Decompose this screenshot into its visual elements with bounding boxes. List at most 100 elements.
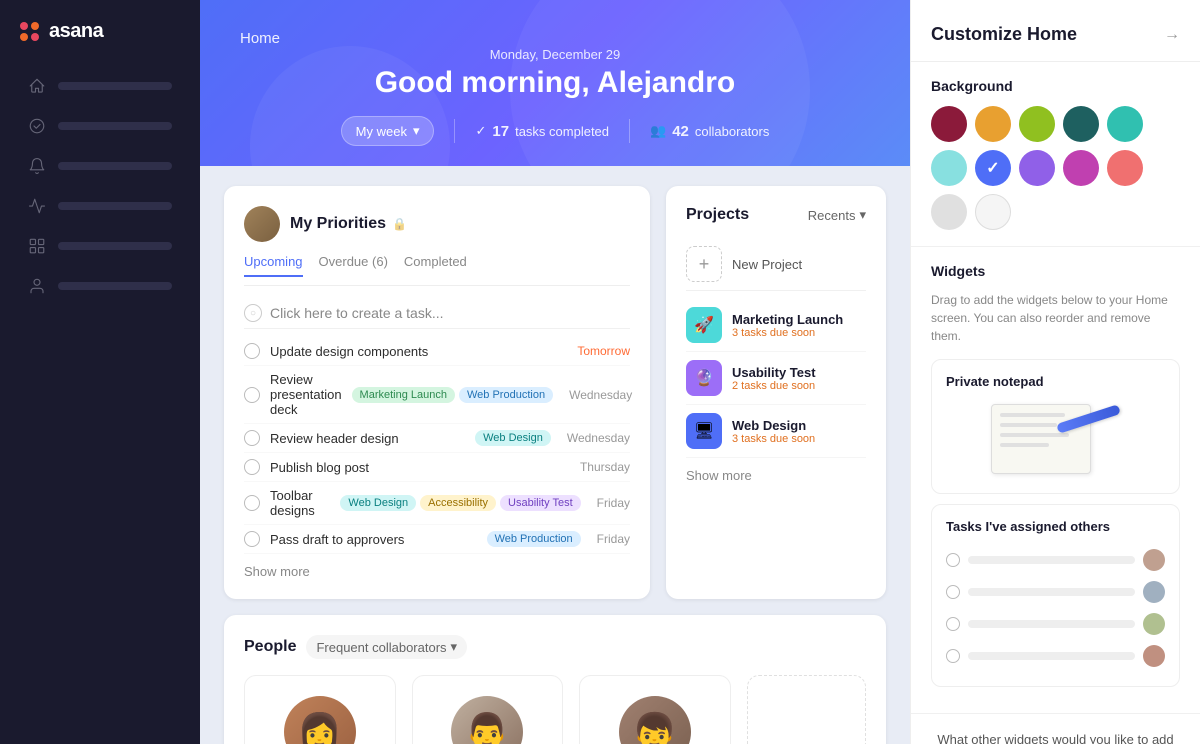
home-icon (28, 77, 46, 95)
sidebar-item-analytics[interactable] (8, 187, 192, 225)
task-date-5: Friday (597, 532, 630, 546)
color-swatch-10[interactable] (931, 194, 967, 230)
color-grid (931, 106, 1180, 230)
tag-marketing-launch: Marketing Launch (352, 387, 455, 403)
show-more-tasks[interactable]: Show more (244, 564, 630, 579)
tag-web-design-4: Web Design (340, 495, 416, 511)
people-header: People Frequent collaborators ▾ (244, 635, 866, 659)
color-swatch-1[interactable] (975, 106, 1011, 142)
sidebar-item-tasks-label (58, 122, 172, 130)
task-date-2: Wednesday (567, 431, 630, 445)
assigned-bar-1 (968, 588, 1135, 596)
project-item-2[interactable]: 🖥 Web Design 3 tasks due soon (686, 405, 866, 458)
task-date-0: Tomorrow (577, 344, 630, 358)
color-swatch-0[interactable] (931, 106, 967, 142)
sidebar-nav (0, 67, 200, 305)
color-swatch-4[interactable] (1107, 106, 1143, 142)
week-filter[interactable]: My week ▾ (341, 116, 435, 146)
task-checkbox-0[interactable] (244, 343, 260, 359)
notepad-title: Private notepad (946, 374, 1165, 389)
tasks-completed-number: 17 (492, 123, 509, 140)
tab-completed[interactable]: Completed (404, 254, 467, 277)
sidebar-item-home[interactable] (8, 67, 192, 105)
sidebar-item-portfolio-label (58, 242, 172, 250)
customize-panel: Customize Home → Background Widgets Drag… (910, 0, 1200, 744)
priorities-title: My Priorities 🔒 (290, 215, 407, 233)
color-swatch-7[interactable] (1019, 150, 1055, 186)
hero-greeting: Good morning, Alejandro (240, 66, 870, 100)
top-cards-row: My Priorities 🔒 Upcoming Overdue (6) Com… (224, 186, 886, 599)
task-name-2: Review header design (270, 431, 465, 446)
task-checkbox-2[interactable] (244, 430, 260, 446)
assigned-tasks-widget: Tasks I've assigned others (931, 504, 1180, 687)
task-row-0: Update design components Tomorrow (244, 337, 630, 366)
widgets-section: Widgets Drag to add the widgets below to… (911, 247, 1200, 714)
assigned-avatar-2 (1143, 613, 1165, 635)
color-swatch-2[interactable] (1019, 106, 1055, 142)
priorities-card: My Priorities 🔒 Upcoming Overdue (6) Com… (224, 186, 650, 599)
project-icon-1: 🔮 (686, 360, 722, 396)
color-swatch-11[interactable] (975, 194, 1011, 230)
people-filter-button[interactable]: Frequent collaborators ▾ (306, 635, 467, 659)
people-title: People (244, 638, 296, 656)
tab-upcoming[interactable]: Upcoming (244, 254, 303, 277)
task-tags-4: Web Design Accessibility Usability Test (340, 495, 580, 511)
sidebar-item-profile[interactable] (8, 267, 192, 305)
collaborators-number: 42 (672, 123, 689, 140)
task-row-2: Review header design Web Design Wednesda… (244, 424, 630, 453)
color-swatch-6[interactable] (975, 150, 1011, 186)
tab-overdue[interactable]: Overdue (6) (319, 254, 388, 277)
person-card-dave: 👦 Dave Jung Assign a task to start colla… (579, 675, 731, 744)
task-name-0: Update design components (270, 344, 561, 359)
background-label: Background (931, 78, 1180, 94)
feedback-text: What other widgets would you like to add… (931, 730, 1180, 744)
show-more-projects[interactable]: Show more (686, 468, 866, 483)
people-filter-label: Frequent collaborators (316, 640, 446, 655)
assigned-avatar-0 (1143, 549, 1165, 571)
task-checkbox-1[interactable] (244, 387, 260, 403)
new-project-label: New Project (732, 257, 802, 272)
project-item-0[interactable]: 🚀 Marketing Launch 3 tasks due soon (686, 299, 866, 352)
panel-close-button[interactable]: → (1164, 26, 1180, 44)
logo-text: asana (49, 20, 103, 43)
recents-button[interactable]: Recents ▾ (808, 207, 866, 223)
color-swatch-9[interactable] (1107, 150, 1143, 186)
chevron-down-icon: ▾ (413, 123, 420, 139)
project-item-1[interactable]: 🔮 Usability Test 2 tasks due soon (686, 352, 866, 405)
sidebar: asana (0, 0, 200, 744)
tag-web-design-2: Web Design (475, 430, 551, 446)
task-tags-2: Web Design (475, 430, 551, 446)
task-name-3: Publish blog post (270, 460, 564, 475)
assigned-task-row-3 (946, 640, 1165, 672)
color-swatch-8[interactable] (1063, 150, 1099, 186)
zoe-avatar: 👩 (284, 696, 356, 744)
new-project-icon: + (686, 246, 722, 282)
task-checkbox-5[interactable] (244, 531, 260, 547)
sidebar-item-home-label (58, 82, 172, 90)
task-date-1: Wednesday (569, 388, 632, 402)
people-card: People Frequent collaborators ▾ 👩 Zoe Wo… (224, 615, 886, 744)
project-name-2: Web Design (732, 418, 866, 433)
sidebar-item-notifications[interactable] (8, 147, 192, 185)
hero-date: Monday, December 29 (240, 47, 870, 62)
color-swatch-5[interactable] (931, 150, 967, 186)
hero-divider (454, 119, 455, 143)
task-checkbox-4[interactable] (244, 495, 260, 511)
assigned-bar-3 (968, 652, 1135, 660)
logo: asana (0, 20, 200, 67)
assigned-task-row-2 (946, 608, 1165, 640)
task-checkbox-3[interactable] (244, 459, 260, 475)
person-card-zoe: 👩 Zoe Wong Collaborating with me on 11 t… (244, 675, 396, 744)
project-sub-2: 3 tasks due soon (732, 433, 866, 445)
new-project-button[interactable]: + New Project (686, 238, 866, 291)
create-task-input[interactable]: ○ Click here to create a task... (244, 298, 630, 329)
richard-avatar: 👨 (451, 696, 523, 744)
add-person-placeholder[interactable]: + (747, 675, 867, 744)
dave-avatar: 👦 (619, 696, 691, 744)
color-swatch-3[interactable] (1063, 106, 1099, 142)
collaborators-icon: 👥 (650, 123, 666, 139)
tasks-completed-stat: ✓ 17 tasks completed (475, 123, 609, 140)
notepad-book (991, 404, 1091, 474)
sidebar-item-tasks[interactable] (8, 107, 192, 145)
sidebar-item-portfolio[interactable] (8, 227, 192, 265)
